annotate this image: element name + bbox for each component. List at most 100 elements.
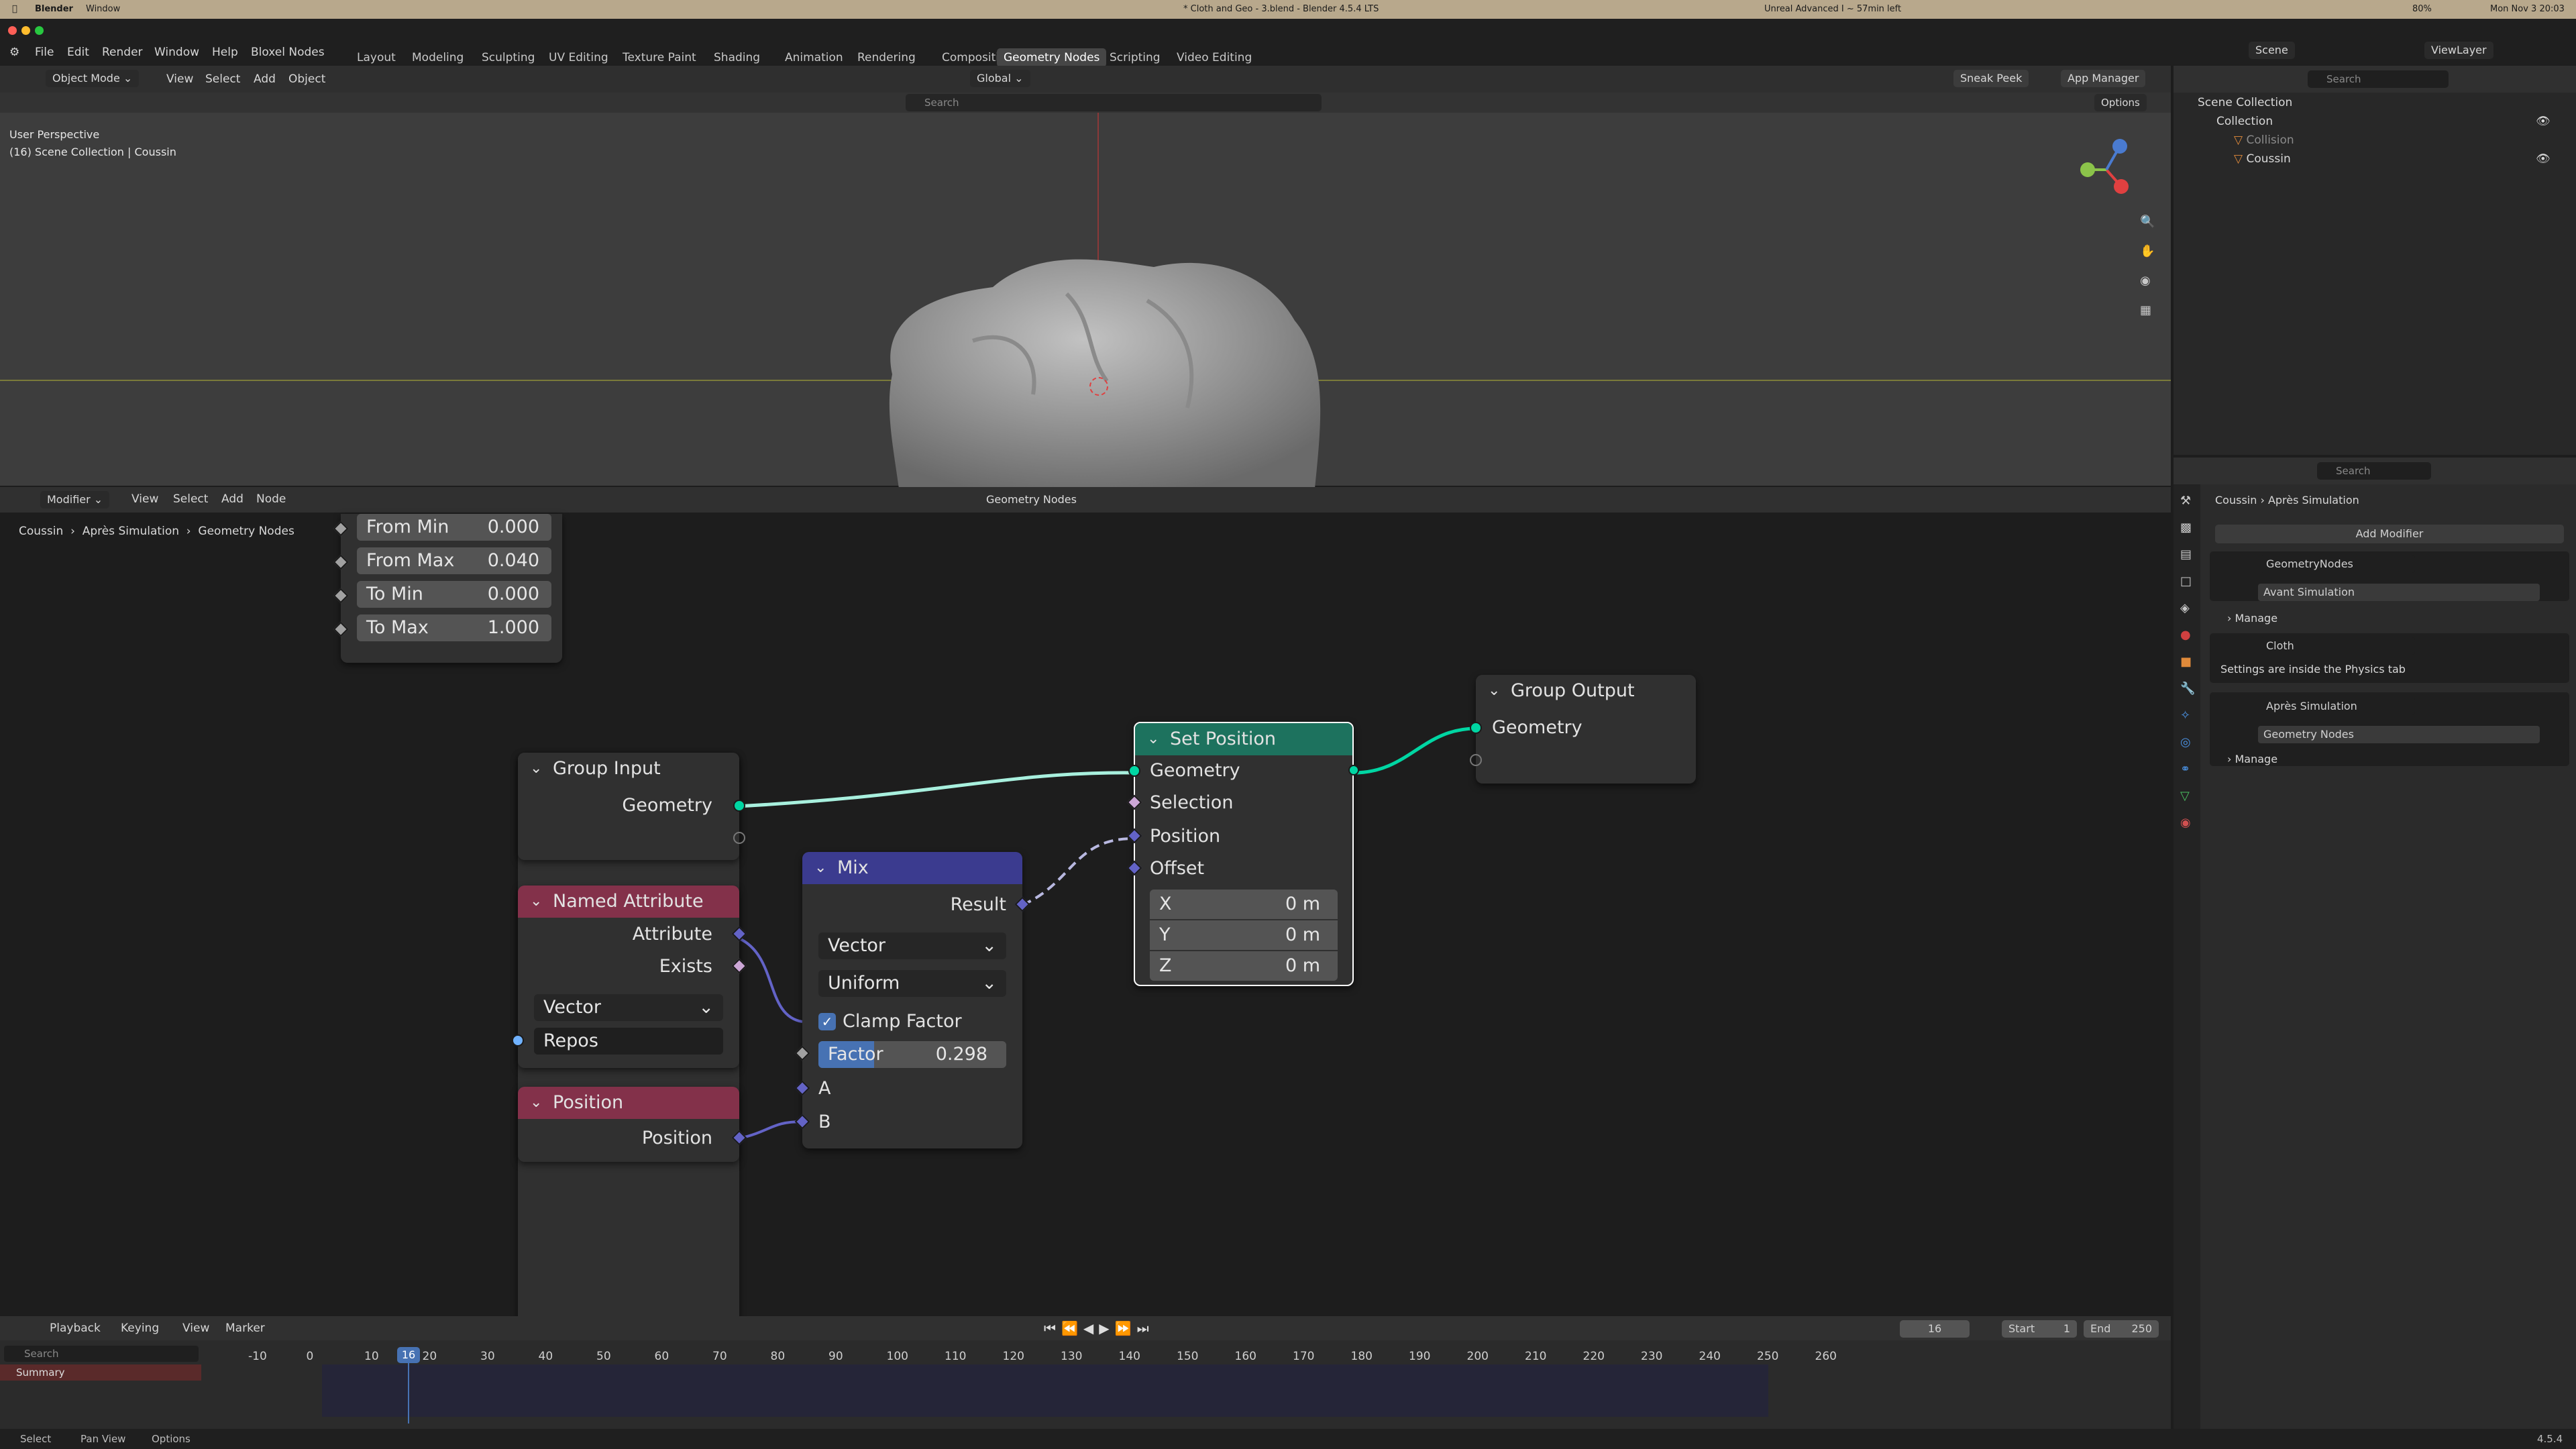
data-type-dropdown[interactable]: Vector ⌄ [534,994,723,1021]
3d-viewport[interactable]: Object Mode ⌄ View Select Add Object Glo… [0,66,2171,488]
manage-subpanel[interactable]: › Manage [2227,750,2277,769]
zoom-icon[interactable]: 🔍 [2140,215,2155,229]
virtual-output-socket[interactable] [733,832,745,844]
outliner-search[interactable]: Search [2308,70,2449,88]
menu-edit[interactable]: Edit [67,46,89,59]
to-min-field[interactable]: To Min 0.000 [357,581,551,608]
viewlayer-selector[interactable]: ViewLayer [2424,42,2493,59]
workspace-tab[interactable]: Texture Paint [616,48,703,67]
data-tab-icon[interactable]: ▽ [2180,789,2190,804]
material-tab-icon[interactable]: ◉ [2180,816,2191,830]
particles-tab-icon[interactable]: ✧ [2180,708,2190,723]
outliner-item-coussin[interactable]: ▽ Coussin [2234,150,2291,168]
properties-search[interactable]: Search [2317,462,2431,480]
minimize-window-button[interactable] [21,26,30,35]
collapse-chevron-icon[interactable]: ⌄ [530,1087,542,1119]
factor-slider[interactable]: Factor 0.298 [818,1041,1006,1068]
set-position-header[interactable]: ⌄ Set Position [1135,723,1352,755]
workspace-tab[interactable]: Sculpting [475,48,541,67]
close-window-button[interactable] [8,26,17,35]
offset-y-field[interactable]: Y 0 m [1150,920,1338,950]
timeline-search[interactable]: Search [4,1346,199,1362]
outliner-collection[interactable]: Collection [2216,113,2273,130]
current-frame-field[interactable]: 16 [1900,1320,1970,1338]
geometry-output-socket[interactable] [733,800,745,812]
modifier-name-field[interactable]: Après Simulation [2261,698,2415,715]
keyframe-area[interactable] [322,1364,1768,1417]
playback-controls[interactable]: ⏮⏪◀▶⏩⏭ [1044,1320,1155,1336]
set-position-node[interactable]: ⌄ Set Position Geometry Selection Positio… [1126,722,1359,986]
workspace-tab[interactable]: Rendering [851,48,922,67]
geometry-input-socket[interactable] [1470,722,1482,734]
datetime[interactable]: Mon Nov 3 20:03 [2490,4,2565,14]
mix-node[interactable]: ⌄ Mix Result Vector ⌄ Uniform ⌄ ✓ Clamp Fac… [794,852,1030,1148]
node-group-selector[interactable]: Geometry Nodes [2258,726,2540,743]
modifier-name-field[interactable]: GeometryNodes [2261,555,2415,573]
virtual-input-socket[interactable] [1470,754,1482,766]
viewport-search[interactable]: Search [906,94,1322,111]
viewport-menu-add[interactable]: Add [254,72,276,86]
scene-tab-icon[interactable]: ◈ [2180,601,2190,616]
workspace-tab[interactable]: Shading [707,48,767,67]
collapse-chevron-icon[interactable]: ⌄ [814,852,826,884]
workspace-tab[interactable]: Scripting [1103,48,1167,67]
options-dropdown[interactable]: Options [2094,94,2147,111]
app-manager-button[interactable]: App Manager [2061,70,2146,87]
mac-app-name[interactable]: Blender [35,4,73,14]
menu-help[interactable]: Help [212,46,238,59]
start-frame-field[interactable]: Start 1 [2002,1320,2077,1338]
collapse-chevron-icon[interactable]: ⌄ [530,885,542,918]
mix-header[interactable]: ⌄ Mix [802,852,1022,884]
from-max-field[interactable]: From Max 0.040 [357,547,551,574]
factor-mode-dropdown[interactable]: Uniform ⌄ [818,970,1006,997]
geometry-output-socket[interactable] [1348,765,1359,775]
viewport-menu-select[interactable]: Select [205,72,240,86]
object-tab-icon[interactable]: ■ [2180,655,2192,669]
camera-view-icon[interactable]: ◉ [2140,274,2151,288]
navigation-gizmo[interactable] [2073,133,2140,207]
menu-render[interactable]: Render [102,46,143,59]
end-frame-field[interactable]: End 250 [2084,1320,2159,1338]
collapse-chevron-icon[interactable]: ⌄ [530,753,542,785]
menu-file[interactable]: File [35,46,54,59]
modifier-tab-icon[interactable]: 🔧 [2180,682,2195,696]
scene-selector[interactable]: Scene [2249,42,2295,59]
group-output-node[interactable]: ⌄ Group Output Geometry [1470,675,1696,784]
render-tab-icon[interactable]: ▩ [2180,521,2192,535]
mac-status-text[interactable]: Unreal Advanced I ~ 57min left [1764,4,1901,14]
visibility-eye-icon[interactable]: 👁 [2536,150,2551,168]
visibility-eye-icon[interactable]: 👁 [2536,113,2551,130]
geometry-input-socket[interactable] [1128,765,1140,777]
view-layer-tab-icon[interactable]: □ [2180,574,2192,589]
outliner-scene-collection[interactable]: Scene Collection [2198,94,2292,111]
output-tab-icon[interactable]: ▤ [2180,547,2192,562]
menu-window[interactable]: Window [154,46,199,59]
outliner-item-collision[interactable]: ▽ Collision [2234,131,2294,149]
clamp-factor-checkbox[interactable]: ✓ [818,1013,836,1030]
blender-logo-icon[interactable]: ⚙ [9,46,19,59]
node-editor[interactable]: Modifier ⌄ View Select Add Node Geometry… [0,487,2171,1347]
viewport-menu-object[interactable]: Object [288,72,325,86]
position-header[interactable]: ⌄ Position [518,1087,739,1119]
group-input-header[interactable]: ⌄ Group Input [518,753,739,785]
data-type-dropdown[interactable]: Vector ⌄ [818,932,1006,959]
offset-x-field[interactable]: X 0 m [1150,890,1338,919]
world-tab-icon[interactable]: ● [2180,628,2191,643]
apple-icon[interactable]:  [12,4,17,14]
menu-bloxel-nodes[interactable]: Bloxel Nodes [251,46,325,59]
collapse-chevron-icon[interactable]: ⌄ [1488,675,1500,707]
workspace-tab[interactable]: Animation [778,48,850,67]
playhead-frame[interactable]: 16 [397,1347,420,1363]
named-attribute-node[interactable]: ⌄ Named Attribute Attribute Exists Vector… [512,885,747,1068]
timeline-menu-keying[interactable]: Keying [121,1322,159,1335]
mac-window-menu[interactable]: Window [86,4,120,14]
from-min-field[interactable]: From Min 0.000 [357,514,551,541]
timeline-menu-view[interactable]: View [182,1322,209,1335]
sneak-peek-button[interactable]: Sneak Peek [1953,70,2029,87]
map-range-node[interactable]: From Min 0.000 From Max 0.040 To Min 0.000 … [333,514,562,663]
to-max-field[interactable]: To Max 1.000 [357,614,551,641]
timeline-editor[interactable]: Playback Keying View Marker ⏮⏪◀▶⏩⏭ 16 St… [0,1316,2171,1429]
collapse-chevron-icon[interactable]: ⌄ [1147,723,1159,755]
zoom-window-button[interactable] [35,26,44,35]
ortho-grid-icon[interactable]: ▦ [2140,303,2151,318]
